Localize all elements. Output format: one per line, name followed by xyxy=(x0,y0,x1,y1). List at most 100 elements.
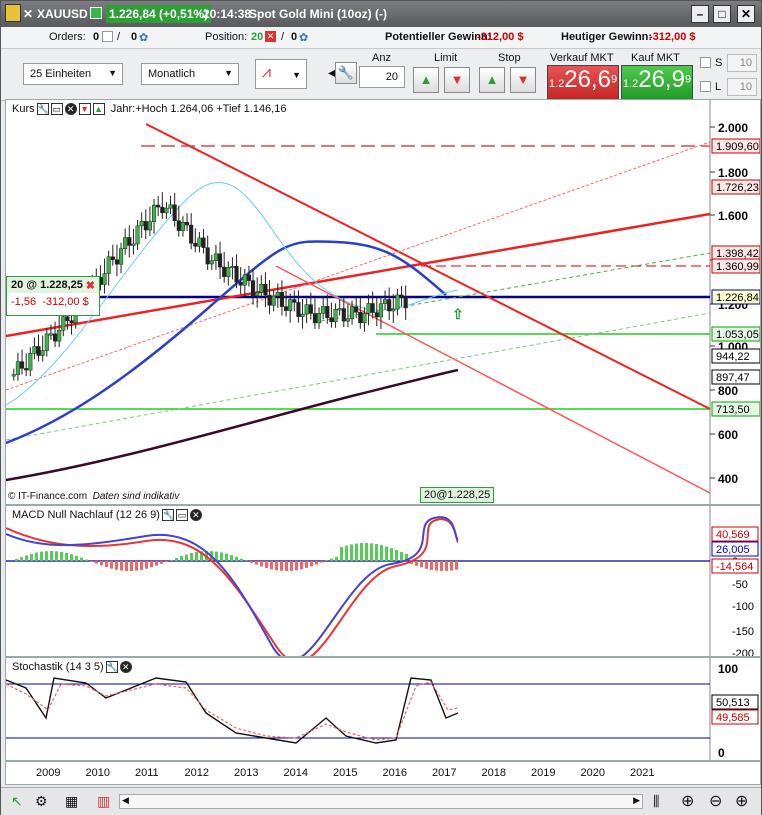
buy-label: Kauf MKT xyxy=(631,52,680,64)
scale-icon[interactable]: ⫼ xyxy=(653,793,659,810)
sell-price-small: 1.2 xyxy=(548,78,565,90)
macd-histogram-bar xyxy=(55,551,58,561)
macd-histogram-bar xyxy=(30,553,33,561)
sell-button[interactable]: 1.226,69 xyxy=(547,65,619,101)
zoom-in-icon[interactable]: ⊕ xyxy=(735,791,748,811)
bottom-toolbar: ↖ ⚙ ▦ ▥ ◀ ▶ ⫼ ⊕ ⊖ ⊕ xyxy=(1,787,761,815)
orders-count-b: 0 xyxy=(131,31,138,43)
macd-histogram-bar xyxy=(400,551,403,561)
arrow-down-icon[interactable]: ▼ xyxy=(78,103,91,116)
position-marker[interactable]: 20@1.228,25 xyxy=(420,487,495,503)
macd-histogram-bar xyxy=(135,561,138,571)
close-icon[interactable]: ✕ xyxy=(64,103,77,116)
collapse-icon[interactable]: ✕ xyxy=(23,7,33,21)
stochastic-panel[interactable]: 100 0 50,513 49,585 Stochastik (14 3 5) 🔧 ✕ xyxy=(5,657,761,761)
l-input[interactable]: 10 xyxy=(727,78,757,96)
candles-icon[interactable]: ▥ xyxy=(97,793,110,810)
l-checkbox[interactable] xyxy=(700,81,711,92)
zoom-fit-icon[interactable]: ⊕ xyxy=(681,791,694,811)
wrench-icon[interactable]: 🔧 xyxy=(161,509,174,522)
cursor-icon[interactable]: ↖ xyxy=(11,793,23,810)
quantity-input[interactable]: 20 xyxy=(359,66,405,88)
macd-histogram-bar xyxy=(175,557,178,561)
window-icon[interactable]: ▭ xyxy=(175,509,188,522)
limit-sell-button[interactable]: ▼ xyxy=(444,67,470,93)
limit-buy-button[interactable]: ▲ xyxy=(413,67,439,93)
units-value: 25 Einheiten xyxy=(30,68,92,80)
stop-label: Stop xyxy=(498,52,521,64)
candle-body xyxy=(296,302,301,317)
close-button[interactable]: ✕ xyxy=(737,5,755,23)
candle-body xyxy=(197,237,202,247)
buy-button[interactable]: 1.226,99 xyxy=(621,65,693,101)
position-settings-icon[interactable]: ✿ xyxy=(299,31,308,44)
y-tick-label: 0 xyxy=(718,746,725,760)
macd-value: -14,564 xyxy=(716,561,753,573)
candle-body xyxy=(135,225,140,245)
candle-body xyxy=(193,243,198,247)
macd-histogram-bar xyxy=(110,561,113,569)
candle-body xyxy=(374,312,379,318)
candle-body xyxy=(53,333,58,342)
y-tick-label: 800 xyxy=(718,384,738,398)
scroll-right-icon[interactable]: ▶ xyxy=(633,795,640,806)
wrench-icon[interactable]: 🔧 xyxy=(105,661,118,674)
macd-histogram-bar xyxy=(105,561,108,568)
candle-body xyxy=(267,294,272,306)
s-input[interactable]: 10 xyxy=(727,54,757,72)
arrow-up-icon[interactable]: ▲ xyxy=(92,103,105,116)
horizontal-scrollbar[interactable]: ◀ ▶ xyxy=(119,794,643,809)
stop-buy-button[interactable]: ▲ xyxy=(479,67,505,93)
price-chart-panel[interactable]: 2.0001.8001.6001.4001.2001.0008006004001… xyxy=(5,99,761,505)
arrow-down-icon: ▼ xyxy=(516,72,530,87)
checkbox-icon[interactable] xyxy=(90,7,102,19)
macd-panel[interactable]: 0-50-100-150-20040,56926,005-14,564 MACD… xyxy=(5,505,761,657)
position-box[interactable]: 20 @ 1.228,25 ✖ -1,56 -312,00 $ xyxy=(6,276,100,316)
macd-histogram-bar xyxy=(280,561,283,571)
close-icon[interactable]: ✖ xyxy=(86,279,95,292)
orders-checkbox[interactable] xyxy=(102,31,113,42)
chevron-down-icon: ▼ xyxy=(292,70,301,80)
period-dropdown[interactable]: Monatlich ▼ xyxy=(141,63,239,85)
candle-body xyxy=(65,316,70,321)
orders-settings-icon[interactable]: ✿ xyxy=(139,31,148,44)
wrench-icon[interactable]: 🔧 xyxy=(36,103,49,116)
wrench-icon[interactable]: 🔧 xyxy=(335,62,357,84)
macd-histogram-bar xyxy=(425,561,428,569)
close-icon[interactable]: ✕ xyxy=(189,509,202,522)
window-icon[interactable]: ▭ xyxy=(50,103,63,116)
collapse-arrow-icon[interactable]: ◀ xyxy=(328,61,336,87)
candle-body xyxy=(40,350,45,356)
close-position-icon[interactable]: ✕ xyxy=(265,31,276,42)
candle-body xyxy=(127,237,132,246)
macd-histogram-bar xyxy=(190,553,193,561)
macd-histogram-bar xyxy=(185,554,188,561)
macd-histogram-bar xyxy=(45,551,48,561)
drawing-icon[interactable]: ▦ xyxy=(65,793,78,810)
candle-body xyxy=(263,283,268,296)
y-tick-label: 100 xyxy=(718,662,738,676)
stoch-value: 49,585 xyxy=(716,712,750,724)
x-tick-label: 2010 xyxy=(85,767,110,779)
candle-body xyxy=(123,237,128,249)
close-icon[interactable]: ✕ xyxy=(119,661,132,674)
scroll-left-icon[interactable]: ◀ xyxy=(122,795,129,806)
macd-histogram-bar xyxy=(380,545,383,561)
position-label: Position: xyxy=(205,31,248,43)
chart-type-dropdown[interactable]: ⩘ ▼ xyxy=(255,59,307,89)
macd-histogram-bar xyxy=(370,543,373,561)
units-dropdown[interactable]: 25 Einheiten ▼ xyxy=(23,63,123,85)
stop-sell-button[interactable]: ▼ xyxy=(510,67,536,93)
candle-body xyxy=(180,221,185,231)
macd-histogram-bar xyxy=(450,561,453,571)
s-checkbox[interactable] xyxy=(700,57,711,68)
indicator-icon[interactable]: ⚙ xyxy=(35,793,48,810)
maximize-button[interactable]: □ xyxy=(713,5,731,23)
macd-panel-header: MACD Null Nachlauf (12 26 9) 🔧 ▭ ✕ xyxy=(12,509,202,522)
zoom-out-icon[interactable]: ⊖ xyxy=(709,791,722,811)
candle-body xyxy=(222,266,227,277)
candle-body xyxy=(44,333,49,351)
minimize-button[interactable]: – xyxy=(691,5,709,23)
price-change-badge: 1.226,84 (+0,51%) xyxy=(106,5,212,23)
sell-price-sup: 9 xyxy=(610,73,618,86)
